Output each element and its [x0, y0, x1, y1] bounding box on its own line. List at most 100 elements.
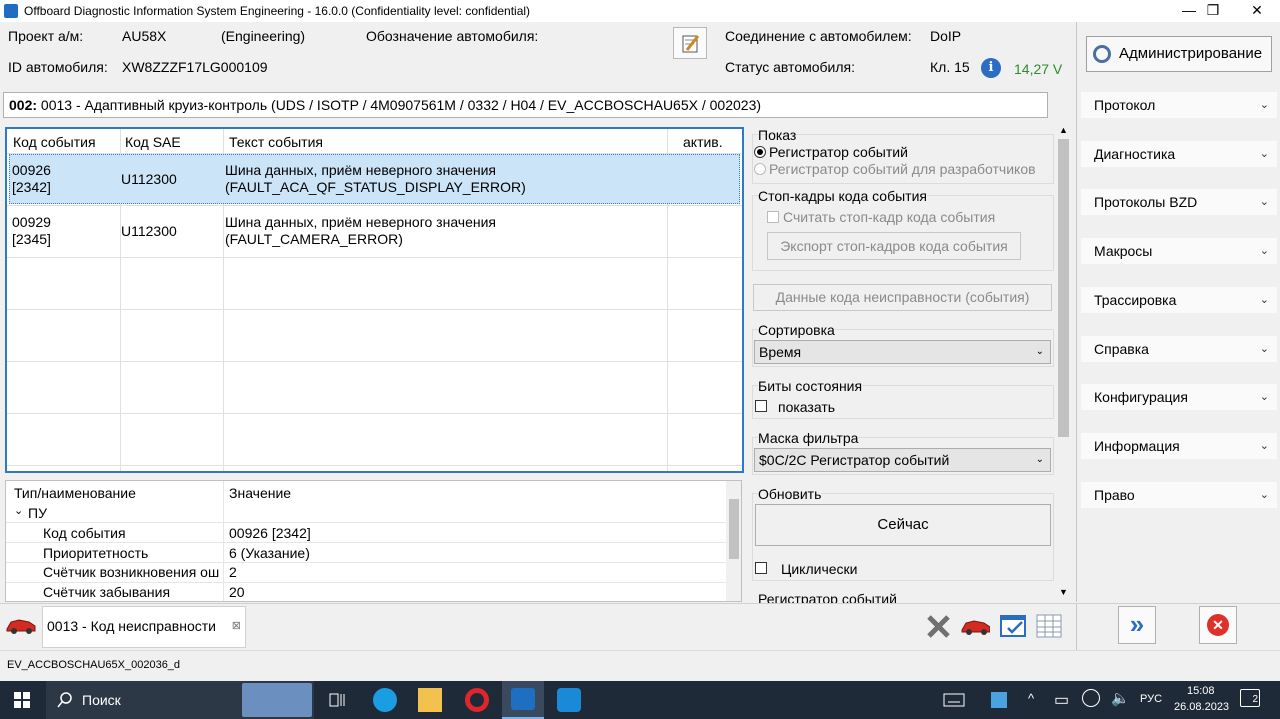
col-header-event-code[interactable]: Код события: [13, 131, 96, 153]
keyboard-icon[interactable]: [942, 688, 966, 712]
opera-icon[interactable]: [465, 688, 489, 712]
fault-data-button[interactable]: Данные кода неисправности (события): [753, 284, 1052, 311]
delete-icon[interactable]: [924, 612, 954, 640]
detail-value: 2: [229, 564, 237, 580]
divider: [6, 522, 726, 523]
chevron-down-icon: ⌄: [1259, 489, 1269, 501]
info-icon[interactable]: i: [981, 58, 1001, 78]
scroll-down-icon[interactable]: ▼: [1059, 587, 1068, 597]
connection-label: Соединение с автомобилем:: [725, 28, 912, 44]
col-header-sae-code[interactable]: Код SAE: [125, 131, 181, 153]
refresh-now-button[interactable]: Сейчас: [755, 504, 1051, 546]
administration-button[interactable]: Администрирование: [1086, 36, 1272, 72]
divider: [7, 257, 742, 258]
sidebar-item-macros[interactable]: Макросы ⌄: [1081, 238, 1277, 264]
task-view-icon[interactable]: [325, 688, 349, 712]
sidebar-item-bzd-protocols[interactable]: Протоколы BZD ⌄: [1081, 189, 1277, 215]
maximize-button[interactable]: ❐: [1190, 0, 1236, 22]
chevron-down-icon[interactable]: ⌄: [14, 504, 23, 517]
volume-icon[interactable]: 🔈: [1111, 689, 1130, 707]
network-icon[interactable]: ▭: [1054, 690, 1069, 710]
sae-code: U112300: [121, 171, 177, 187]
taskbar-app-odis[interactable]: [502, 681, 544, 719]
export-freeze-frame-button[interactable]: Экспорт стоп-кадров кода события: [767, 232, 1021, 260]
cyclic-checkbox[interactable]: [755, 562, 767, 574]
sidebar-item-configuration[interactable]: Конфигурация ⌄: [1081, 384, 1277, 410]
close-window-button[interactable]: ✕: [1234, 0, 1280, 22]
event-code: 00929: [12, 214, 51, 230]
chevron-down-icon: ⌄: [1035, 346, 1044, 357]
sidebar-item-information[interactable]: Информация ⌄: [1081, 433, 1277, 459]
show-developer-label[interactable]: Регистратор событий для разработчиков: [769, 161, 1036, 177]
status-bar: EV_ACCBOSCHAU65X_002036_d: [0, 650, 1280, 680]
clock-date[interactable]: 26.08.2023: [1174, 701, 1229, 713]
chevron-down-icon: ⌄: [1259, 294, 1269, 306]
clock-time[interactable]: 15:08: [1187, 685, 1215, 697]
sidebar-item-label: Макросы: [1094, 243, 1153, 259]
scrollbar-thumb[interactable]: [1058, 139, 1069, 437]
col-header-active[interactable]: актив.: [683, 131, 723, 153]
filter-mask-select[interactable]: $0C/2C Регистратор событий ⌄: [754, 448, 1051, 472]
edge-icon[interactable]: [373, 688, 397, 712]
sidebar-item-label: Информация: [1094, 438, 1180, 454]
select-window-icon[interactable]: [998, 612, 1028, 640]
sidebar-item-help[interactable]: Справка ⌄: [1081, 336, 1277, 362]
odis-service-icon[interactable]: [557, 688, 581, 712]
panel-scrollbar[interactable]: ▲ ▼: [1055, 125, 1072, 603]
show-status-bits-checkbox[interactable]: [755, 400, 767, 412]
show-developer-radio[interactable]: [754, 163, 766, 175]
car-icon[interactable]: [5, 614, 37, 636]
divider: [7, 309, 742, 310]
forward-button[interactable]: »: [1118, 606, 1156, 644]
status-bits-title: Биты состояния: [758, 378, 863, 394]
scroll-up-icon[interactable]: ▲: [1059, 125, 1068, 135]
tab-fault-code[interactable]: 0013 - Код неисправности ⊠: [42, 606, 246, 648]
close-tab-icon[interactable]: ⊠: [232, 607, 241, 645]
cyclic-label[interactable]: Циклически: [781, 561, 857, 577]
tray-app-icon[interactable]: [991, 692, 1007, 708]
vehicle-id-label: ID автомобиля:: [8, 59, 108, 75]
sidebar-item-protocol[interactable]: Протокол ⌄: [1081, 92, 1277, 118]
globe-icon[interactable]: [1082, 689, 1100, 707]
event-table[interactable]: Код события Код SAE Текст события актив.…: [5, 127, 744, 473]
bottom-tab-bar: 0013 - Код неисправности ⊠ » ✕: [0, 603, 1280, 650]
windows-start-icon[interactable]: [10, 688, 34, 712]
table-grid-icon[interactable]: [1034, 612, 1064, 640]
sort-select[interactable]: Время ⌄: [754, 340, 1051, 364]
col-header-event-text[interactable]: Текст события: [229, 131, 323, 153]
read-freeze-frame-label[interactable]: Считать стоп-кадр кода события: [783, 209, 995, 225]
sidebar-item-label: Диагностика: [1094, 146, 1176, 162]
event-details-table[interactable]: Тип/наименование Значение ⌄ ПУ Код событ…: [5, 480, 742, 602]
scrollbar-thumb[interactable]: [729, 499, 739, 559]
event-code-sub: [2342]: [12, 179, 51, 195]
show-status-bits-label[interactable]: показать: [778, 399, 835, 415]
read-freeze-frame-checkbox[interactable]: [767, 211, 779, 223]
show-title: Показ: [758, 127, 797, 143]
administration-label: Администрирование: [1119, 45, 1263, 62]
language-indicator[interactable]: РУС: [1140, 693, 1162, 705]
show-recorder-radio[interactable]: [754, 146, 766, 158]
close-icon: ✕: [1207, 614, 1229, 636]
car-icon[interactable]: [960, 612, 990, 640]
tab-fault-code-label: 0013 - Код неисправности: [47, 618, 216, 634]
details-scrollbar[interactable]: [726, 481, 741, 601]
gear-icon: [1093, 45, 1111, 63]
search-box[interactable]: Поиск: [46, 681, 314, 719]
odis-icon: [511, 688, 535, 710]
project-label: Проект а/м:: [8, 28, 84, 44]
sidebar-item-diagnostics[interactable]: Диагностика ⌄: [1081, 141, 1277, 167]
sidebar-item-rights[interactable]: Право ⌄: [1081, 482, 1277, 508]
sidebar-item-label: Протоколы BZD: [1094, 194, 1198, 210]
control-unit-bar: 002: 0013 - Адаптивный круиз-контроль (U…: [3, 92, 1048, 118]
tray-overflow-icon[interactable]: ^: [1028, 691, 1034, 706]
edit-designation-button[interactable]: [673, 27, 707, 59]
chevron-down-icon: ⌄: [1259, 343, 1269, 355]
show-recorder-label[interactable]: Регистратор событий: [769, 144, 908, 160]
sidebar-item-label: Справка: [1094, 341, 1149, 357]
event-text: Шина данных, приём неверного значения: [225, 162, 497, 178]
sidebar-item-label: Протокол: [1094, 97, 1156, 113]
file-explorer-icon[interactable]: [418, 688, 442, 712]
exit-button[interactable]: ✕: [1199, 606, 1237, 644]
notifications-icon[interactable]: 2: [1240, 689, 1260, 707]
sidebar-item-tracing[interactable]: Трассировка ⌄: [1081, 287, 1277, 313]
